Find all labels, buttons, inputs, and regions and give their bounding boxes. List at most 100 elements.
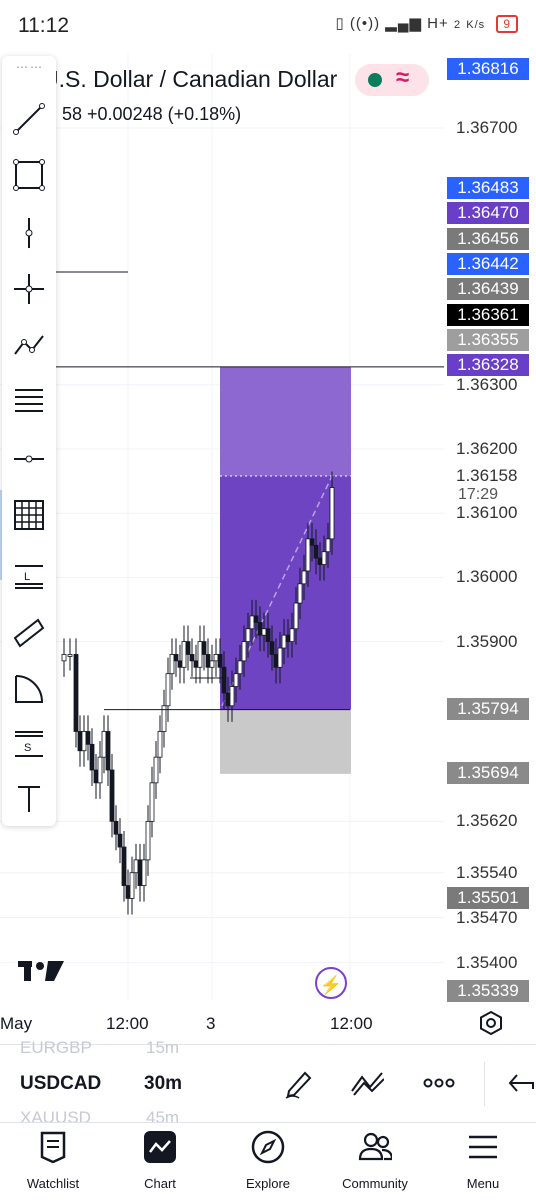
price-axis-label: 1.36000: [456, 567, 518, 587]
vertical-line-icon[interactable]: [2, 208, 56, 258]
candle-down: [189, 654, 195, 662]
svg-text:S: S: [24, 742, 31, 754]
candle-up: [209, 660, 215, 668]
nav-menu[interactable]: Menu: [433, 1130, 533, 1194]
candle-down: [121, 846, 127, 886]
candle-down: [113, 820, 119, 835]
cross-line-icon[interactable]: [2, 264, 56, 314]
candle-down: [273, 654, 279, 668]
candle-up: [277, 647, 283, 668]
candle-down: [185, 641, 191, 655]
candle-down: [285, 634, 291, 642]
hotspot-icon: ((•)): [349, 15, 381, 32]
nav-label: Community: [342, 1176, 408, 1191]
profit-zone-upper: [220, 366, 351, 476]
last-price-label: 1.36158: [456, 466, 518, 485]
network-type: H+: [427, 15, 449, 32]
candle-up: [213, 654, 219, 662]
path-icon[interactable]: [2, 320, 56, 370]
candle-up: [145, 820, 151, 861]
nav-chart[interactable]: Chart: [110, 1130, 210, 1194]
price-axis-label: 1.36200: [456, 439, 518, 458]
candle-down: [225, 692, 231, 707]
nav-explore[interactable]: Explore: [218, 1130, 318, 1194]
rectangle-icon[interactable]: [2, 150, 56, 200]
indicators-icon[interactable]: [350, 1066, 384, 1100]
candle-down: [173, 654, 179, 662]
divider: [0, 1122, 536, 1123]
nav-label: Explore: [245, 1176, 291, 1191]
price-axis-label: 1.36700: [456, 118, 518, 137]
arc-icon[interactable]: [2, 664, 56, 714]
candle-up: [133, 859, 139, 874]
candle-up: [165, 673, 171, 707]
svg-text:L: L: [24, 571, 30, 583]
candle-down: [85, 731, 91, 745]
symbol-selector[interactable]: USDCAD: [20, 1073, 101, 1095]
candle-down: [93, 769, 99, 784]
candle-up: [245, 628, 251, 643]
menu-icon: [466, 1130, 500, 1164]
market-open-dot: [368, 73, 382, 87]
candle-down: [117, 833, 123, 848]
net-speed-unit: K/s: [466, 19, 486, 31]
price-change: 58 +0.00248 (+0.18%): [62, 104, 242, 124]
candle-down: [73, 654, 79, 732]
candle-up: [233, 673, 239, 687]
symbol-title[interactable]: U.S. Dollar / Canadian Dollar: [42, 66, 337, 93]
candle-up: [129, 872, 135, 899]
tradingview-logo: [18, 958, 64, 989]
candle-up: [81, 731, 87, 752]
candle-up: [101, 731, 107, 758]
pencil-icon[interactable]: [282, 1066, 316, 1100]
divider: [484, 1062, 485, 1106]
price-axis-label: 1.36100: [456, 503, 518, 523]
candle-down: [313, 544, 319, 559]
candle-up: [305, 538, 311, 572]
short-position-icon[interactable]: S: [2, 720, 56, 770]
candle-up: [241, 641, 247, 662]
prev-interval[interactable]: 15m: [146, 1038, 179, 1058]
next-interval[interactable]: 45m: [146, 1108, 179, 1128]
fib-retracement-icon[interactable]: [2, 376, 56, 426]
signal-icon: ▂▄▆: [385, 15, 422, 32]
next-symbol[interactable]: XAUUSD: [20, 1108, 91, 1128]
text-icon[interactable]: [2, 774, 56, 824]
status-icons: ▯ ((•)) ▂▄▆ H+ 2 K/s 9: [335, 14, 518, 33]
prev-symbol[interactable]: EURGBP: [20, 1038, 92, 1058]
nav-label: Menu: [466, 1176, 500, 1191]
price-tag: 1.36361: [447, 304, 529, 326]
candle-down: [221, 666, 227, 694]
interval-selector[interactable]: 30m: [144, 1073, 182, 1095]
time-label-noon-1: 12:00: [106, 1014, 149, 1033]
market-status-pill[interactable]: [355, 64, 429, 96]
price-tag: 1.35694: [447, 762, 529, 784]
long-position-icon[interactable]: L: [2, 550, 56, 600]
nav-community[interactable]: Community: [325, 1130, 425, 1194]
nav-label: Watchlist: [26, 1176, 80, 1191]
price-axis-label: 1.36300: [456, 374, 518, 394]
flash-icon[interactable]: ⚡: [315, 967, 347, 999]
parallel-channel-icon[interactable]: [2, 608, 56, 658]
grid-icon[interactable]: [2, 490, 56, 540]
candle-up: [293, 602, 299, 630]
compass-icon: [251, 1130, 285, 1164]
candle-up: [325, 538, 331, 553]
candle-up: [97, 756, 103, 784]
undo-icon[interactable]: [504, 1066, 536, 1100]
candle-down: [317, 557, 323, 565]
horizontal-ray-icon[interactable]: [2, 434, 56, 484]
candle-up: [67, 654, 73, 657]
toolbar-grip-icon[interactable]: ⋯⋯: [16, 60, 44, 74]
price-tag: 1.36456: [447, 228, 529, 250]
nav-watchlist[interactable]: Watchlist: [3, 1130, 103, 1194]
chart-settings-icon[interactable]: [478, 1010, 504, 1036]
candle-down: [253, 615, 259, 623]
price-tag: 1.36442: [447, 253, 529, 275]
candle-down: [257, 621, 263, 636]
stop-loss-zone: [220, 709, 351, 774]
more-options-icon[interactable]: [422, 1066, 456, 1100]
trend-line-icon[interactable]: [2, 94, 56, 144]
candle-up: [149, 782, 155, 822]
price-tag: 1.36328: [447, 354, 529, 376]
